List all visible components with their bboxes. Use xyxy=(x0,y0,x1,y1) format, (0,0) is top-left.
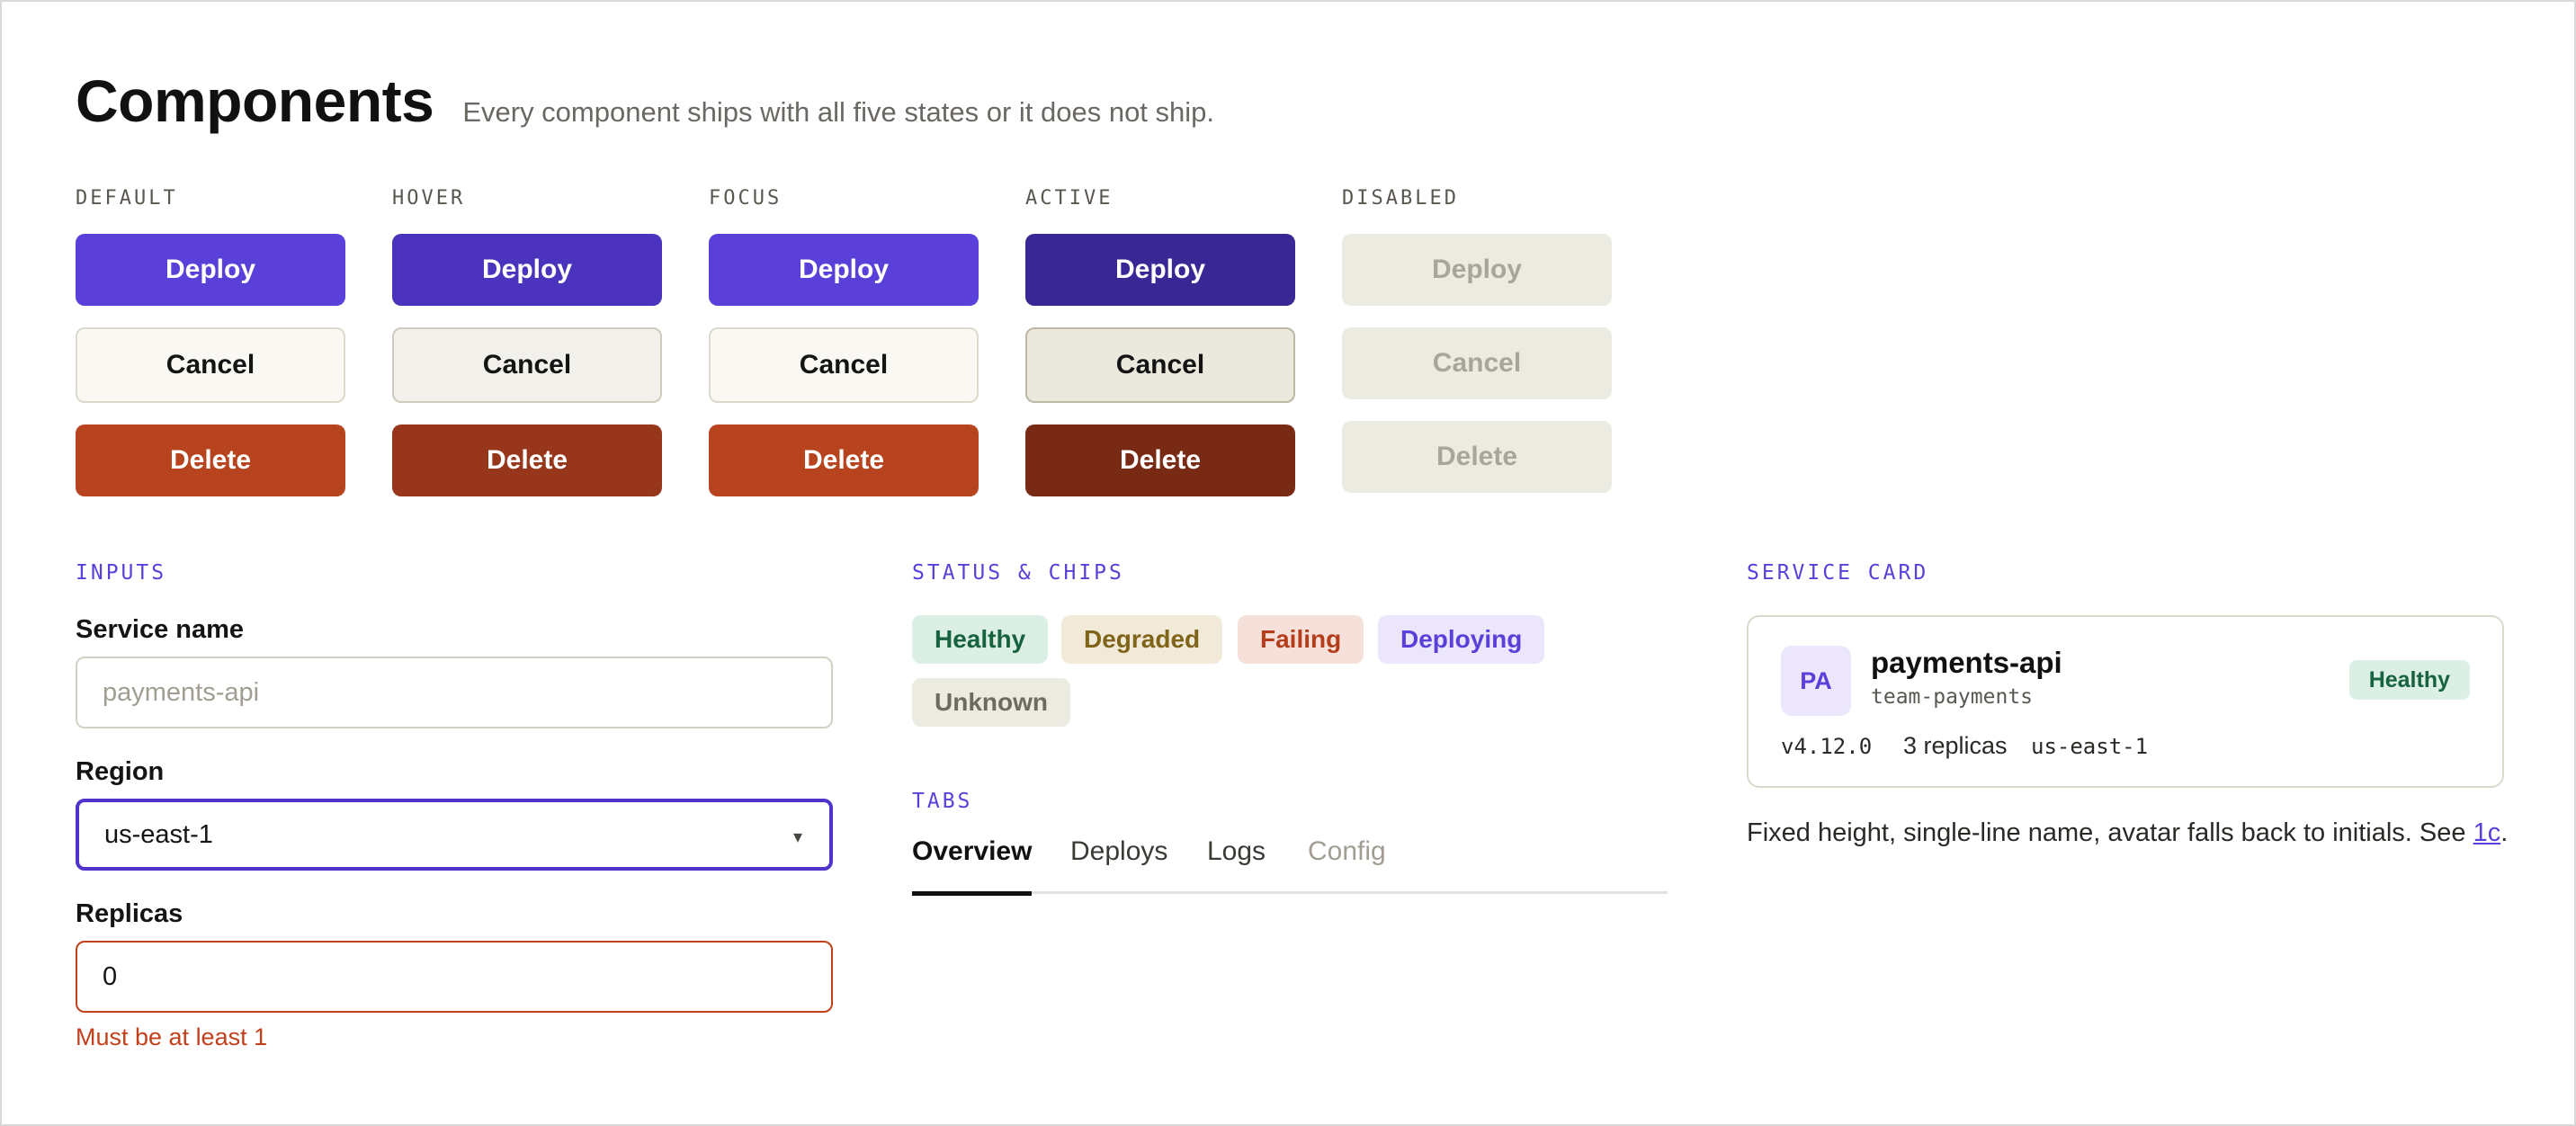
page-frame: Components Every component ships with al… xyxy=(0,0,2576,1126)
delete-button-focus[interactable]: Delete xyxy=(709,424,979,496)
deploy-button-focus[interactable]: Deploy xyxy=(709,234,979,306)
delete-button-default[interactable]: Delete xyxy=(76,424,345,496)
cancel-button-active[interactable]: Cancel xyxy=(1025,327,1295,403)
status-chip-unknown: Unknown xyxy=(912,678,1070,727)
cancel-button-disabled: Cancel xyxy=(1342,327,1612,399)
state-label-default: DEFAULT xyxy=(76,187,178,210)
service-card-note-link[interactable]: 1c xyxy=(2473,818,2501,847)
tab-overview[interactable]: Overview xyxy=(912,836,1033,896)
service-card-note: Fixed height, single-line name, avatar f… xyxy=(1747,818,2508,848)
region-select[interactable]: us-east-1 ▾ xyxy=(76,799,833,871)
deploy-button-hover[interactable]: Deploy xyxy=(392,234,662,306)
status-chip-degraded: Degraded xyxy=(1061,615,1223,664)
state-label-active: ACTIVE xyxy=(1025,187,1114,210)
service-name-label: Service name xyxy=(76,615,245,644)
tab-logs[interactable]: Logs xyxy=(1207,836,1266,894)
delete-button-disabled: Delete xyxy=(1342,421,1612,493)
state-label-disabled: DISABLED xyxy=(1342,187,1459,210)
tab-deploys[interactable]: Deploys xyxy=(1070,836,1167,894)
service-name-input[interactable] xyxy=(76,657,833,728)
status-chip-deploying: Deploying xyxy=(1378,615,1545,664)
status-chip-healthy: Healthy xyxy=(912,615,1049,664)
delete-button-active[interactable]: Delete xyxy=(1025,424,1295,496)
state-column-disabled: DISABLED Deploy Cancel Delete xyxy=(1342,187,1612,493)
cancel-button-default[interactable]: Cancel xyxy=(76,327,345,403)
region-label: Region xyxy=(76,757,165,786)
section-label-status-chips: STATUS & CHIPS xyxy=(912,561,1124,585)
tab-config[interactable]: Config xyxy=(1308,836,1386,894)
cancel-button-focus[interactable]: Cancel xyxy=(709,327,979,403)
status-chip-failing: Failing xyxy=(1238,615,1364,664)
page-title: Components xyxy=(76,67,434,134)
service-version: v4.12.0 xyxy=(1781,734,1873,759)
section-label-tabs: TABS xyxy=(912,790,973,813)
service-region: us-east-1 xyxy=(2031,734,2149,759)
service-replicas: 3 replicas xyxy=(1903,732,2008,759)
region-select-value: us-east-1 xyxy=(104,819,213,849)
state-column-default: DEFAULT Deploy Cancel Delete xyxy=(76,187,345,496)
state-column-focus: FOCUS Deploy Cancel Delete xyxy=(709,187,979,496)
deploy-button-default[interactable]: Deploy xyxy=(76,234,345,306)
state-column-active: ACTIVE Deploy Cancel Delete xyxy=(1025,187,1295,496)
replicas-label: Replicas xyxy=(76,899,183,928)
replicas-input[interactable] xyxy=(76,941,833,1013)
tab-bar: Overview Deploys Logs Config xyxy=(912,836,1668,896)
service-name: payments-api xyxy=(1871,646,2062,679)
section-label-inputs: INPUTS xyxy=(76,561,167,585)
cancel-button-hover[interactable]: Cancel xyxy=(392,327,662,403)
service-card-note-text: Fixed height, single-line name, avatar f… xyxy=(1747,818,2473,847)
deploy-button-active[interactable]: Deploy xyxy=(1025,234,1295,306)
state-label-focus: FOCUS xyxy=(709,187,783,210)
service-team: team-payments xyxy=(1871,685,2034,709)
page-header: Components Every component ships with al… xyxy=(76,67,1214,135)
avatar: PA xyxy=(1781,646,1851,716)
section-label-service-card: SERVICE CARD xyxy=(1747,561,1929,585)
status-badge: Healthy xyxy=(2348,660,2470,700)
chevron-down-icon: ▾ xyxy=(792,827,802,847)
service-card-note-suffix: . xyxy=(2500,818,2509,847)
state-label-hover: HOVER xyxy=(392,187,466,210)
page-subtitle: Every component ships with all five stat… xyxy=(462,96,1215,128)
service-card[interactable]: PA payments-api team-payments Healthy v4… xyxy=(1747,615,2504,788)
deploy-button-disabled: Deploy xyxy=(1342,234,1612,306)
state-column-hover: HOVER Deploy Cancel Delete xyxy=(392,187,662,496)
delete-button-hover[interactable]: Delete xyxy=(392,424,662,496)
replicas-error-message: Must be at least 1 xyxy=(76,1023,268,1050)
